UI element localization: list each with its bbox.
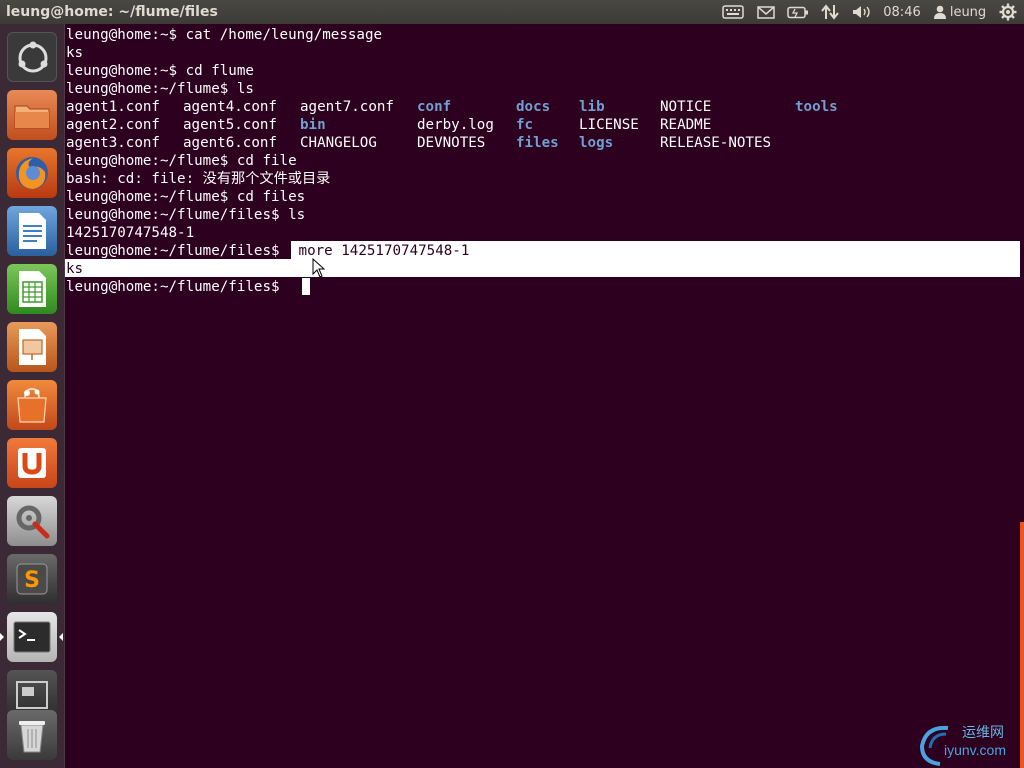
ls-file: CHANGELOG bbox=[300, 135, 377, 151]
sublime-text-icon[interactable]: S bbox=[7, 554, 57, 604]
top-panel: leung@home: ~/flume/files 08:46 leung bbox=[0, 0, 1024, 24]
active-indicator-left bbox=[0, 633, 4, 641]
ls-directory: logs bbox=[579, 135, 614, 151]
ls-directory: conf bbox=[417, 99, 452, 115]
ls-directory: tools bbox=[795, 99, 838, 115]
ls-directory: fc bbox=[516, 117, 534, 133]
mouse-pointer-icon bbox=[312, 258, 326, 278]
ls-directory: files bbox=[516, 135, 559, 151]
terminal-line: leung@home:~$ cd flume bbox=[66, 63, 254, 79]
firefox-icon[interactable] bbox=[7, 148, 57, 198]
ls-file: README bbox=[660, 117, 712, 133]
terminal-line: leung@home:~/flume$ ls bbox=[66, 81, 254, 97]
ls-file: agent7.conf bbox=[300, 99, 394, 115]
trash-icon[interactable] bbox=[7, 710, 57, 760]
watermark-url: iyunv.com bbox=[944, 742, 1006, 758]
terminal-line: leung@home:~/flume$ cd files bbox=[66, 189, 306, 205]
active-indicator-right bbox=[59, 633, 63, 641]
battery-icon[interactable] bbox=[786, 0, 810, 24]
libreoffice-writer-icon[interactable] bbox=[7, 206, 57, 256]
terminal-line: ks bbox=[66, 45, 84, 61]
libreoffice-impress-icon[interactable] bbox=[7, 322, 57, 372]
launcher: S bbox=[0, 24, 65, 768]
terminal-prompt[interactable]: leung@home:~/flume/files$ bbox=[66, 278, 288, 296]
ls-file: NOTICE bbox=[660, 99, 712, 115]
mail-icon[interactable] bbox=[754, 0, 778, 24]
clock[interactable]: 08:46 bbox=[882, 0, 922, 24]
files-folder-icon[interactable] bbox=[7, 90, 57, 140]
ls-file: agent1.conf bbox=[66, 99, 160, 115]
ls-file: agent5.conf bbox=[183, 117, 277, 133]
user-menu[interactable]: leung bbox=[930, 0, 990, 24]
text-cursor bbox=[302, 278, 310, 295]
libreoffice-calc-icon[interactable] bbox=[7, 264, 57, 314]
ls-file: agent4.conf bbox=[183, 99, 277, 115]
ls-file: agent3.conf bbox=[66, 135, 160, 151]
terminal-error-line: bash: cd: file: 没有那个文件或目录 bbox=[66, 171, 331, 187]
ls-file: agent6.conf bbox=[183, 135, 277, 151]
software-center-bag-icon[interactable] bbox=[7, 380, 57, 430]
ubuntu-one-icon[interactable] bbox=[7, 438, 57, 488]
dash-home-icon[interactable] bbox=[7, 32, 57, 82]
keyboard-icon[interactable] bbox=[720, 0, 746, 24]
ls-file: LICENSE bbox=[579, 117, 639, 133]
terminal-line: leung@home:~/flume/files$ ls bbox=[66, 207, 306, 223]
watermark-cn: 运维网 bbox=[962, 725, 1004, 741]
watermark: 运维网 iyunv.com bbox=[918, 722, 1022, 766]
terminal-output-selected: ks bbox=[66, 261, 84, 277]
terminal-prompt: leung@home:~/flume/files$ bbox=[66, 243, 280, 259]
user-name: leung bbox=[949, 4, 987, 20]
user-icon bbox=[933, 5, 946, 19]
text-selection bbox=[65, 259, 1020, 277]
terminal-line: leung@home:~/flume$ cd file bbox=[66, 153, 297, 169]
ls-file: RELEASE-NOTES bbox=[660, 135, 772, 151]
system-settings-icon[interactable] bbox=[7, 496, 57, 546]
ls-file: DEVNOTES bbox=[417, 135, 486, 151]
window-title: leung@home: ~/flume/files bbox=[6, 4, 218, 20]
ls-file: agent2.conf bbox=[66, 117, 160, 133]
ls-file: derby.log bbox=[417, 117, 494, 133]
gear-icon[interactable] bbox=[996, 0, 1020, 24]
ls-directory: docs bbox=[516, 99, 551, 115]
terminal-line: 1425170747548-1 bbox=[66, 225, 195, 241]
volume-icon[interactable] bbox=[850, 0, 874, 24]
network-icon[interactable] bbox=[818, 0, 842, 24]
terminal-icon[interactable] bbox=[7, 612, 57, 662]
ls-directory: bin bbox=[300, 117, 326, 133]
svg-text:S: S bbox=[24, 568, 40, 593]
terminal-output[interactable]: leung@home:~$ cat /home/leung/message ks… bbox=[65, 24, 1024, 768]
ls-directory: lib bbox=[579, 99, 605, 115]
terminal-line: leung@home:~$ cat /home/leung/message bbox=[66, 27, 383, 43]
